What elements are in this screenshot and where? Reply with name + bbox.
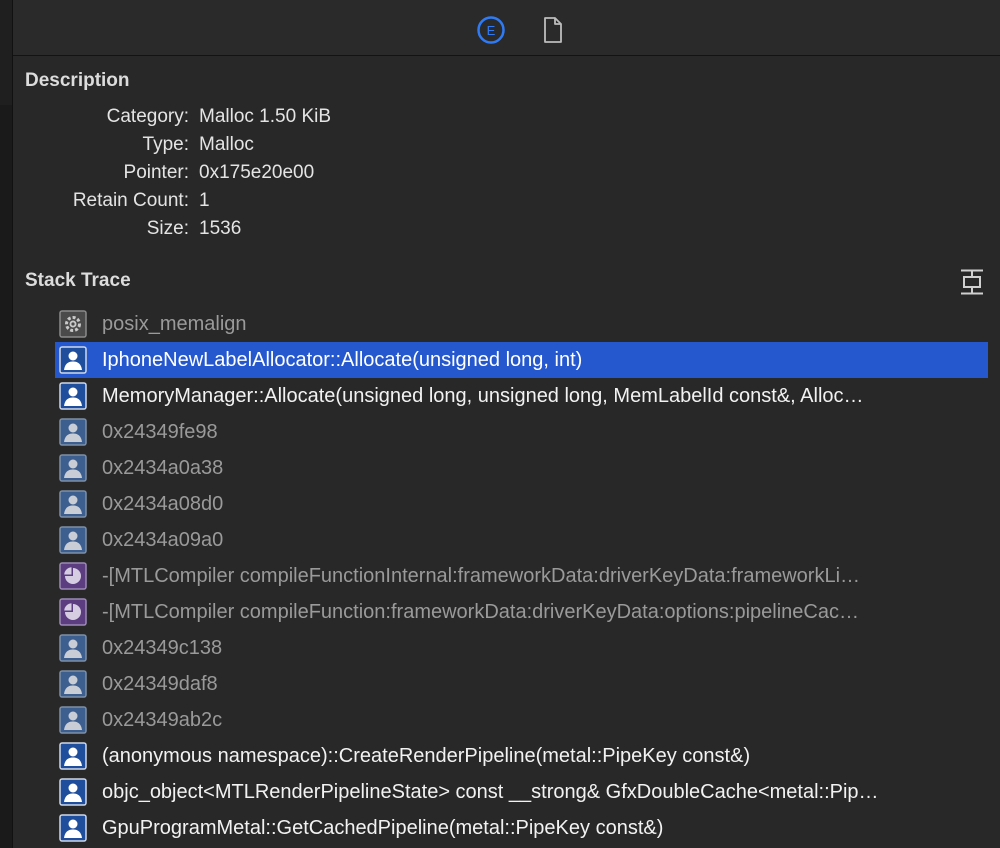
stack-frame-row[interactable]: 0x24349ab2c	[55, 702, 988, 738]
description-label: Type:	[142, 134, 189, 155]
stack-frame-label: 0x2434a09a0	[102, 528, 224, 551]
description-title: Description	[25, 70, 130, 91]
user-icon	[59, 382, 87, 410]
stack-frame-row[interactable]: 0x24349c138	[55, 630, 988, 666]
description-label: Category:	[106, 106, 189, 127]
stack-frame-label: IphoneNewLabelAllocator::Allocate(unsign…	[102, 348, 583, 371]
stack-frame-row[interactable]: posix_memalign	[55, 306, 988, 342]
stack-frame-label: 0x24349c138	[102, 636, 223, 659]
stack-frame-label: 0x24349fe98	[102, 420, 218, 443]
user-icon	[59, 634, 87, 662]
stack-frame-label: GpuProgramMetal::GetCachedPipeline(metal…	[102, 816, 664, 839]
stack-frame-label: (anonymous namespace)::CreateRenderPipel…	[102, 744, 751, 767]
user-icon	[59, 814, 87, 842]
stack-frame-row[interactable]: GpuProgramMetal::GetCachedPipeline(metal…	[55, 810, 988, 846]
description-value: 0x175e20e00	[199, 162, 315, 183]
user-icon	[59, 742, 87, 770]
stack-frame-label: 0x24349daf8	[102, 672, 218, 695]
stack-frame-label: -[MTLCompiler compileFunctionInternal:fr…	[102, 564, 861, 587]
description-row-pointer: Pointer: 0x175e20e00	[13, 162, 315, 190]
description-value: 1	[199, 190, 210, 211]
stack-frame-label: MemoryManager::Allocate(unsigned long, u…	[102, 384, 864, 407]
description-row-retain-count: Retain Count: 1	[13, 190, 210, 218]
description-row-type: Type: Malloc	[13, 134, 254, 162]
description-row-size: Size: 1536	[13, 218, 242, 246]
stack-frame-label: 0x24349ab2c	[102, 708, 223, 731]
framework-icon	[59, 598, 87, 626]
description-value: Malloc	[199, 134, 254, 155]
extended-detail-icon[interactable]: E	[476, 15, 506, 45]
user-icon	[59, 454, 87, 482]
inspector-toolbar: E	[13, 0, 1000, 56]
stack-frame-row[interactable]: 0x2434a0a38	[55, 450, 988, 486]
description-value: Malloc 1.50 KiB	[199, 106, 332, 127]
description-value: 1536	[199, 218, 242, 239]
collapse-expand-icon[interactable]	[958, 268, 986, 296]
stack-frame-row[interactable]: MemoryManager::Allocate(unsigned long, u…	[55, 378, 988, 414]
inspector-content: Description Category: Malloc 1.50 KiB Ty…	[13, 56, 1000, 848]
stack-trace-list: posix_memalign IphoneNewLabelAllocator::…	[55, 306, 988, 846]
stack-frame-label: objc_object<MTLRenderPipelineState> cons…	[102, 780, 879, 803]
stack-frame-row[interactable]: 0x2434a08d0	[55, 486, 988, 522]
stack-frame-row[interactable]: 0x24349fe98	[55, 414, 988, 450]
user-icon	[59, 778, 87, 806]
left-sidebar-edge	[0, 0, 13, 848]
description-label: Pointer:	[123, 162, 189, 183]
stack-frame-row[interactable]: -[MTLCompiler compileFunctionInternal:fr…	[55, 558, 988, 594]
extended-detail-letter: E	[487, 23, 496, 38]
stack-frame-row[interactable]: 0x24349daf8	[55, 666, 988, 702]
stack-frame-row[interactable]: (anonymous namespace)::CreateRenderPipel…	[55, 738, 988, 774]
framework-icon	[59, 562, 87, 590]
stack-frame-label: posix_memalign	[102, 312, 247, 335]
user-icon	[59, 490, 87, 518]
stack-frame-label: -[MTLCompiler compileFunction:frameworkD…	[102, 600, 859, 623]
description-label: Retain Count:	[72, 190, 189, 211]
stack-frame-row[interactable]: 0x2434a09a0	[55, 522, 988, 558]
user-icon	[59, 706, 87, 734]
stack-frame-row[interactable]: objc_object<MTLRenderPipelineState> cons…	[55, 774, 988, 810]
stack-frame-row[interactable]: -[MTLCompiler compileFunction:frameworkD…	[55, 594, 988, 630]
stack-frame-row[interactable]: IphoneNewLabelAllocator::Allocate(unsign…	[55, 342, 988, 378]
document-icon[interactable]	[538, 15, 568, 45]
stack-frame-label: 0x2434a0a38	[102, 456, 224, 479]
description-label: Size:	[146, 218, 189, 239]
stack-frame-label: 0x2434a08d0	[102, 492, 224, 515]
user-icon	[59, 346, 87, 374]
gear-icon	[59, 310, 87, 338]
user-icon	[59, 418, 87, 446]
user-icon	[59, 670, 87, 698]
user-icon	[59, 526, 87, 554]
description-row-category: Category: Malloc 1.50 KiB	[13, 106, 331, 134]
stack-trace-title: Stack Trace	[25, 270, 131, 291]
